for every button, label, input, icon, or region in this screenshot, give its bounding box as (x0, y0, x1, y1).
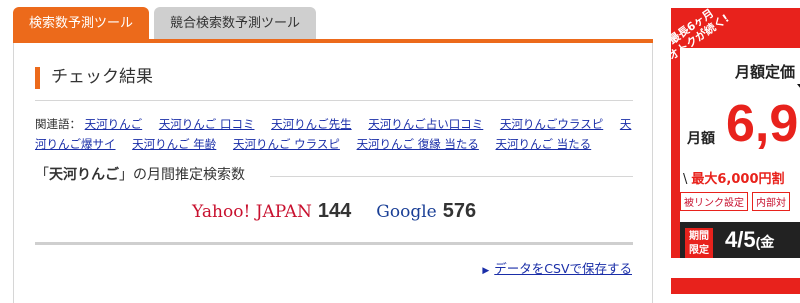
related-keyword-link[interactable]: 天河りんご 当たる (496, 137, 592, 151)
triangle-right-icon: ▶ (482, 266, 490, 276)
volume-open-quote: 「 (35, 167, 49, 183)
divider (35, 100, 633, 101)
csv-download: ▶ データをCSVで保存する (482, 258, 632, 277)
ad-body: 月額定価 6,9 月額 \ 最大6,000円割 被リンク設定 内部対 期間限定 4/… (680, 48, 800, 258)
volume-suffix: 」の月間推定検索数 (119, 167, 245, 183)
related-keywords: 関連語： 天河りんご 天河りんご 口コミ 天河りんご先生 天河りんご占い口コミ … (35, 114, 635, 154)
related-keyword-link[interactable]: 天河りんご先生 (271, 117, 352, 131)
google-count: 576 (442, 200, 477, 222)
advertisement-banner[interactable]: 最長6ヶ月 オトクが続く! 月額定価 6,9 月額 \ 最大6,000円割 被リン… (671, 8, 800, 258)
ad-date-weekday: (金 (755, 234, 775, 250)
advertisement-banner-secondary[interactable] (671, 278, 800, 294)
volume-title: 「天河りんご」の月間推定検索数 (35, 164, 245, 184)
ad-list-price-label: 月額定価 (735, 63, 796, 81)
ad-date-value: 4/5 (725, 227, 756, 252)
ad-discount-text: 最大6,000円割 (691, 172, 785, 187)
yahoo-label: Yahoo! JAPAN (192, 202, 312, 222)
yahoo-count: 144 (317, 200, 352, 222)
google-label: Google (376, 202, 437, 222)
csv-download-link[interactable]: データをCSVで保存する (494, 261, 632, 276)
ad-tag: 内部対 (752, 192, 790, 211)
related-label: 関連語： (35, 117, 81, 131)
ad-discount: \ 最大6,000円割 (683, 172, 785, 187)
ad-tags: 被リンク設定 内部対 (680, 191, 794, 211)
page-title: チェック結果 (51, 67, 153, 87)
volume-keyword: 天河りんご (49, 167, 119, 183)
related-keyword-link[interactable]: 天河りんご (85, 117, 143, 131)
divider (35, 242, 633, 245)
ad-deadline: 期間限定 4/5(金 (680, 222, 800, 258)
tab-competitor-volume[interactable]: 競合検索数予測ツール (154, 7, 316, 40)
heading-accent-bar (35, 67, 40, 89)
search-counts: Yahoo! JAPAN 144 Google 576 (192, 200, 476, 223)
ad-monthly-label: 月額 (687, 131, 715, 147)
related-keyword-link[interactable]: 天河りんご ウラスピ (233, 137, 340, 151)
related-keyword-link[interactable]: 天河りんご 年齢 (132, 137, 216, 151)
result-panel: チェック結果 関連語： 天河りんご 天河りんご 口コミ 天河りんご先生 天河りん… (13, 43, 653, 303)
ad-date: 4/5(金 (725, 227, 774, 253)
related-keyword-link[interactable]: 天河りんごウラスピ (500, 117, 603, 131)
divider (270, 176, 633, 177)
ad-price: 6,9 (726, 95, 799, 153)
tab-search-volume[interactable]: 検索数予測ツール (13, 7, 149, 40)
ad-limited-badge: 期間限定 (685, 228, 713, 258)
related-keyword-link[interactable]: 天河りんご占い口コミ (368, 117, 483, 131)
related-keyword-link[interactable]: 天河りんご 復縁 当たる (357, 137, 479, 151)
related-keyword-link[interactable]: 天河りんご 口コミ (159, 117, 255, 131)
ad-tag: 被リンク設定 (680, 192, 748, 211)
